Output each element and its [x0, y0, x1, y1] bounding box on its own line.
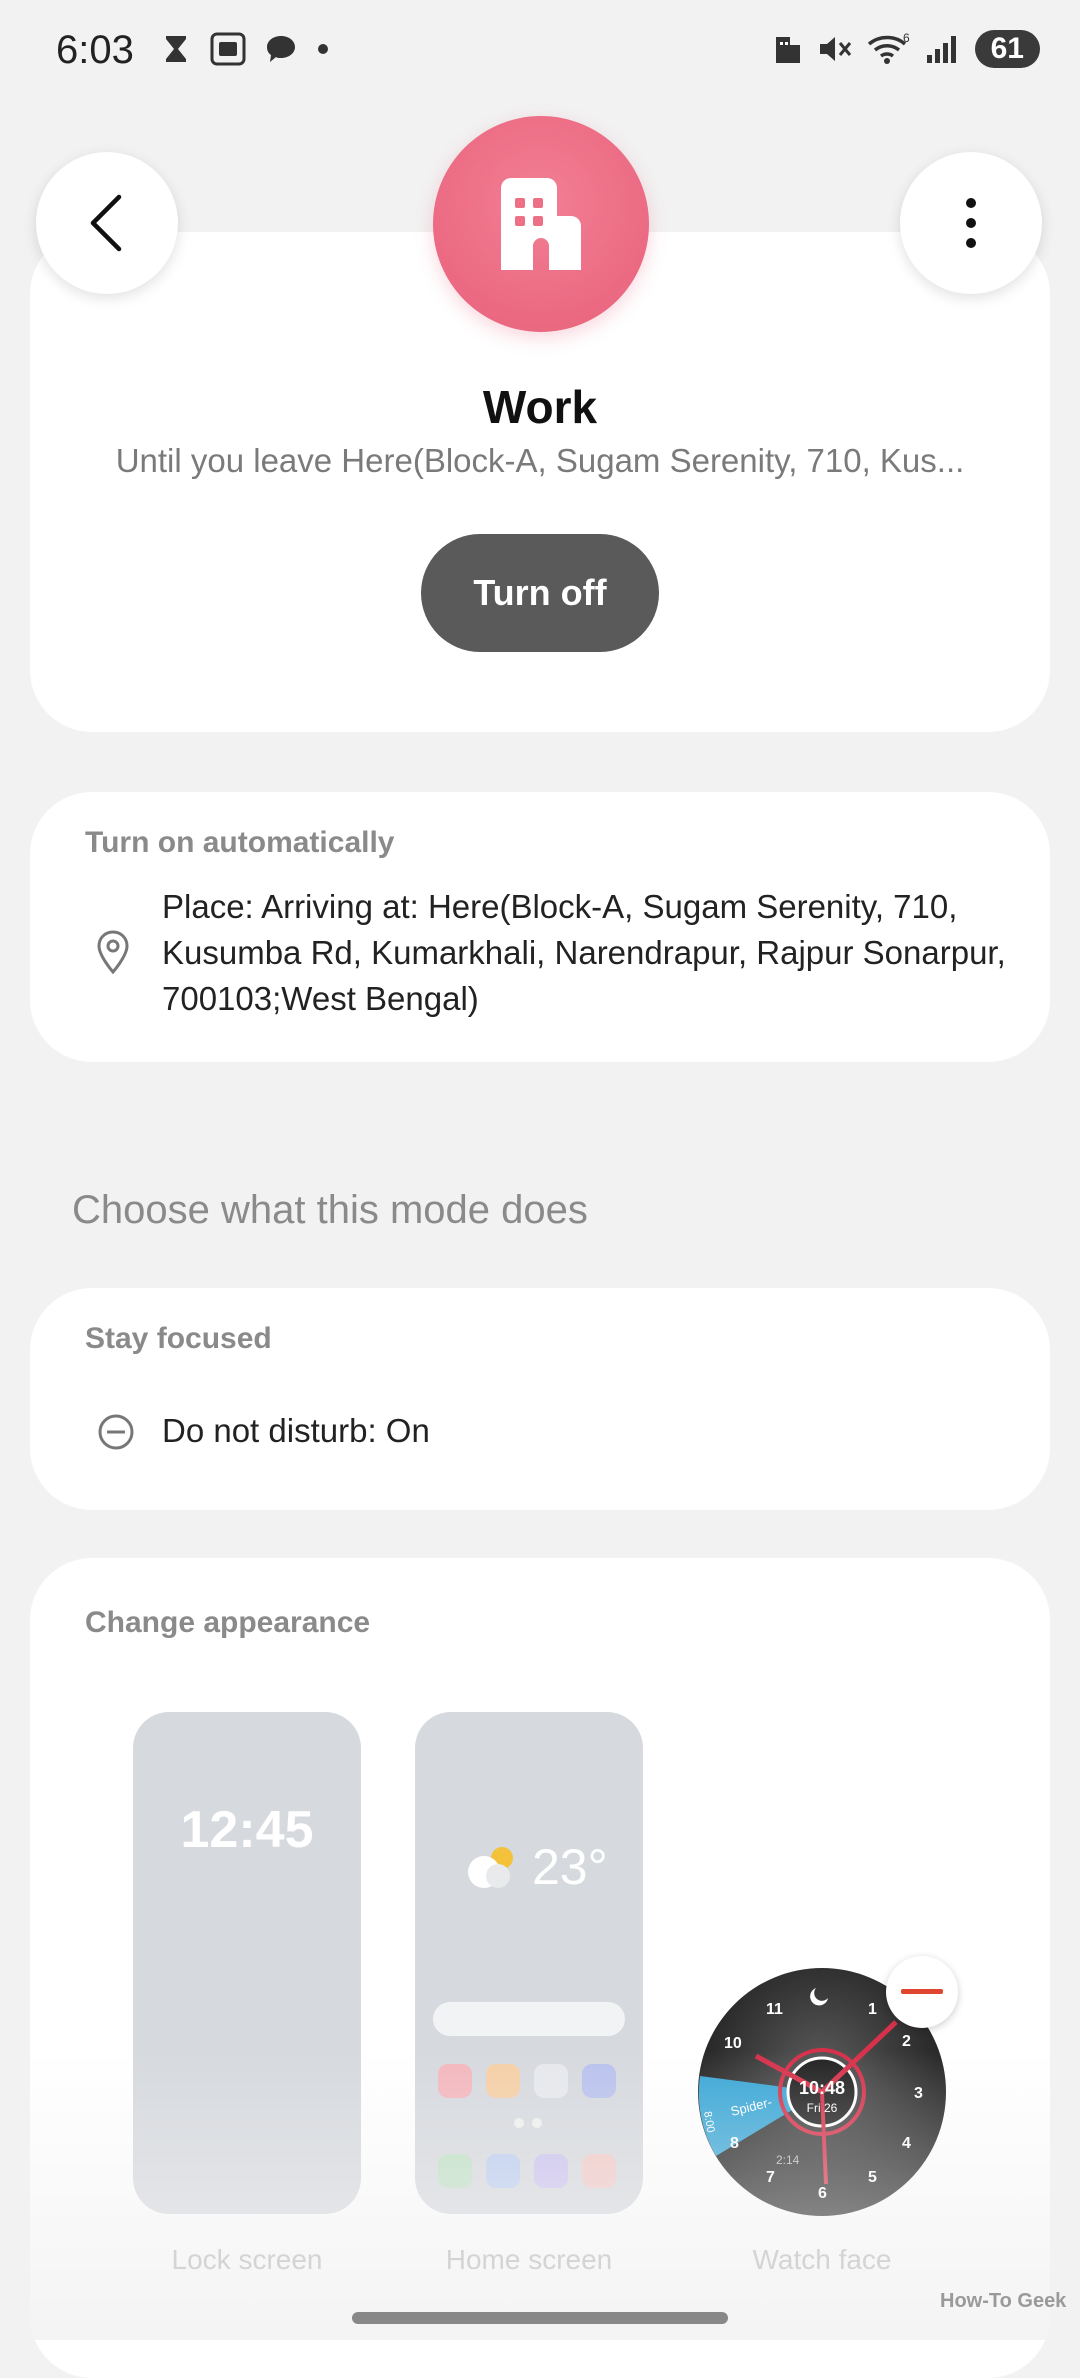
home-screen-preview[interactable] [415, 1712, 643, 2214]
work-mode-icon [433, 116, 649, 332]
notification-icons [160, 32, 330, 66]
watermark: How-To Geek [940, 2290, 1067, 2312]
watch-hour-label: 11 [766, 2001, 783, 2018]
app-icon [438, 2064, 472, 2098]
location-pin-icon [97, 930, 129, 975]
watch-small-time: 2:14 [776, 2153, 800, 2167]
dot-icon [318, 44, 328, 54]
watch-hour-label: 10 [724, 2035, 742, 2052]
chat-icon [267, 36, 295, 62]
building-icon [501, 178, 581, 270]
app-icons-row-2 [438, 2154, 616, 2188]
app-icon [438, 2154, 472, 2188]
watch-center-date: Fri 26 [807, 2101, 838, 2115]
do-not-disturb-icon [98, 1414, 134, 1450]
app-icon [534, 2154, 568, 2188]
watch-hour-label: 1 [868, 2001, 877, 2018]
mode-title: Work [482, 381, 598, 433]
svg-text:6: 6 [903, 32, 910, 45]
home-indicator[interactable] [352, 2312, 728, 2324]
watch-hour-label: 2 [902, 2033, 911, 2050]
watch-hour-label: 6 [818, 2185, 827, 2202]
mode-subtitle: Until you leave Here(Block-A, Sugam Sere… [115, 442, 965, 479]
hourglass-icon [166, 36, 186, 62]
page-dot [514, 2118, 524, 2128]
app-icons-row-1 [438, 2064, 616, 2098]
app-icon [534, 2064, 568, 2098]
auto-trigger-label: Turn on automatically [85, 826, 395, 859]
status-bar: 6:03 6 61 [0, 0, 1080, 110]
auto-trigger-text: Place: Arriving at: Here(Block-A, Sugam … [162, 888, 1006, 1017]
watch-face-label: Watch face [752, 2244, 892, 2275]
appearance-label: Change appearance [85, 1606, 371, 1639]
app-icon [486, 2154, 520, 2188]
signal-icon [926, 36, 956, 63]
mute-icon [819, 37, 851, 61]
watch-wedge-time: 8:00 [701, 2110, 717, 2133]
app-icon [486, 2064, 520, 2098]
minus-icon [901, 1989, 943, 1994]
do-not-disturb-status: Do not disturb: On [162, 1412, 430, 1449]
more-options-button[interactable] [900, 152, 1042, 294]
stay-focused-label: Stay focused [85, 1322, 272, 1355]
status-time: 6:03 [56, 28, 134, 72]
partly-sunny-icon [468, 1847, 513, 1888]
image-icon [210, 32, 246, 66]
watch-hour-label: 4 [902, 2135, 911, 2152]
lock-screen-preview[interactable] [133, 1712, 361, 2214]
search-bar-preview [433, 2002, 625, 2036]
weather-widget: 23° [460, 1838, 608, 1896]
weather-temperature: 23° [532, 1839, 608, 1895]
more-vertical-icon [966, 198, 976, 248]
watch-hour-label: 7 [766, 2169, 775, 2186]
app-icon [582, 2064, 616, 2098]
page-dot [532, 2118, 542, 2128]
system-icons: 6 61 [773, 30, 1040, 68]
watch-hour-label: 8 [730, 2135, 739, 2152]
app-icon [582, 2154, 616, 2188]
battery-level: 61 [974, 30, 1040, 68]
page-indicator [514, 2118, 542, 2128]
home-screen-label: Home screen [445, 2244, 613, 2275]
lock-screen-clock: 12:45 [180, 1801, 314, 1859]
remove-watch-face-button[interactable] [886, 1956, 958, 2028]
back-button[interactable] [36, 152, 178, 294]
wifi-icon: 6 [867, 32, 910, 64]
section-heading: Choose what this mode does [72, 1188, 588, 1232]
building-icon [775, 37, 800, 63]
lock-screen-label: Lock screen [171, 2244, 323, 2275]
watch-hour-label: 3 [914, 2085, 923, 2102]
watch-hour-label: 5 [868, 2169, 877, 2186]
watch-center-time: 10:48 [799, 2078, 845, 2098]
turn-off-button[interactable]: Turn off [421, 534, 659, 652]
chevron-left-icon [90, 194, 122, 252]
